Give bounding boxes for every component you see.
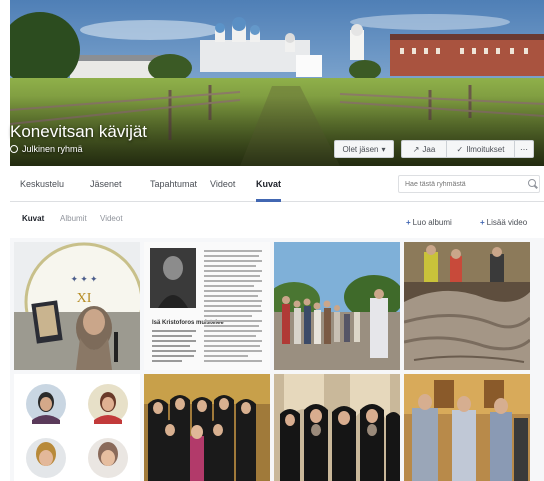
add-video-button[interactable]: + Lisää video bbox=[480, 215, 527, 231]
group-search-input[interactable] bbox=[398, 175, 540, 193]
photo-tile[interactable] bbox=[274, 374, 400, 481]
photo-procession bbox=[274, 242, 400, 370]
subtab-videos[interactable]: Videot bbox=[100, 214, 123, 223]
privacy-label: Julkinen ryhmä bbox=[22, 144, 83, 154]
photo-tile[interactable]: ✦ ✦ ✦ XI bbox=[14, 242, 140, 370]
member-button-label: Olet jäsen bbox=[342, 144, 379, 154]
tile-roman-numeral: XI bbox=[77, 291, 92, 306]
group-privacy: Julkinen ryhmä bbox=[10, 144, 83, 154]
check-icon: ✓ bbox=[456, 144, 464, 154]
subtab-albums[interactable]: Albumit bbox=[60, 214, 87, 223]
add-album-button[interactable]: + Luo albumi bbox=[406, 215, 452, 231]
svg-text:✦ ✦ ✦: ✦ ✦ ✦ bbox=[70, 274, 98, 284]
group-tab-bar: Keskustelu Jäsenet Tapahtumat Videot Kuv… bbox=[10, 166, 544, 202]
more-options-button[interactable]: ⋯ bbox=[515, 140, 534, 158]
photo-article-scan: Isä Kristoforos muistelee bbox=[144, 242, 270, 370]
share-button-label: Jaa bbox=[422, 144, 436, 154]
photo-tile[interactable] bbox=[404, 374, 530, 481]
photos-subtabs: Kuvat Albumit Videot + Luo albumi + Lisää … bbox=[10, 202, 544, 238]
tab-videos[interactable]: Videot bbox=[210, 166, 235, 202]
more-icon: ⋯ bbox=[520, 144, 528, 154]
photos-panel: Kuvat Albumit Videot + Luo albumi + Lisää … bbox=[10, 202, 544, 481]
add-album-label: Luo albumi bbox=[412, 218, 452, 227]
plus-icon: + bbox=[480, 218, 485, 227]
share-button[interactable]: ↗ Jaa bbox=[401, 140, 447, 158]
photo-clergy-hall bbox=[274, 374, 400, 481]
tab-members[interactable]: Jäsenet bbox=[90, 166, 122, 202]
photo-carpet-work bbox=[404, 242, 530, 370]
photo-tile[interactable] bbox=[14, 374, 140, 481]
add-video-label: Lisää video bbox=[486, 218, 528, 227]
notifications-button[interactable]: ✓ Ilmoitukset bbox=[447, 140, 515, 158]
photo-tile[interactable]: Isä Kristoforos muistelee bbox=[144, 242, 270, 370]
photo-tile[interactable] bbox=[144, 374, 270, 481]
photo-nuns-group bbox=[144, 374, 270, 481]
photo-church-service bbox=[404, 374, 530, 481]
share-icon: ↗ bbox=[412, 144, 420, 154]
photo-priest-speaking: ✦ ✦ ✦ XI bbox=[14, 242, 140, 370]
globe-icon bbox=[10, 145, 18, 153]
photo-tile[interactable] bbox=[404, 242, 530, 370]
chevron-down-icon: ▾ bbox=[381, 144, 386, 154]
notifications-button-label: Ilmoitukset bbox=[466, 144, 505, 154]
subtab-photos[interactable]: Kuvat bbox=[22, 214, 44, 223]
photo-tile[interactable] bbox=[274, 242, 400, 370]
plus-icon: + bbox=[406, 218, 411, 227]
member-button[interactable]: Olet jäsen ▾ bbox=[334, 140, 394, 158]
search-icon[interactable] bbox=[528, 179, 536, 187]
tab-photos[interactable]: Kuvat bbox=[256, 166, 282, 202]
group-title[interactable]: Konevitsan kävijät bbox=[10, 122, 147, 142]
tab-events[interactable]: Tapahtumat bbox=[150, 166, 197, 202]
photo-portrait-collage bbox=[14, 374, 140, 481]
tab-discussion[interactable]: Keskustelu bbox=[20, 166, 64, 202]
